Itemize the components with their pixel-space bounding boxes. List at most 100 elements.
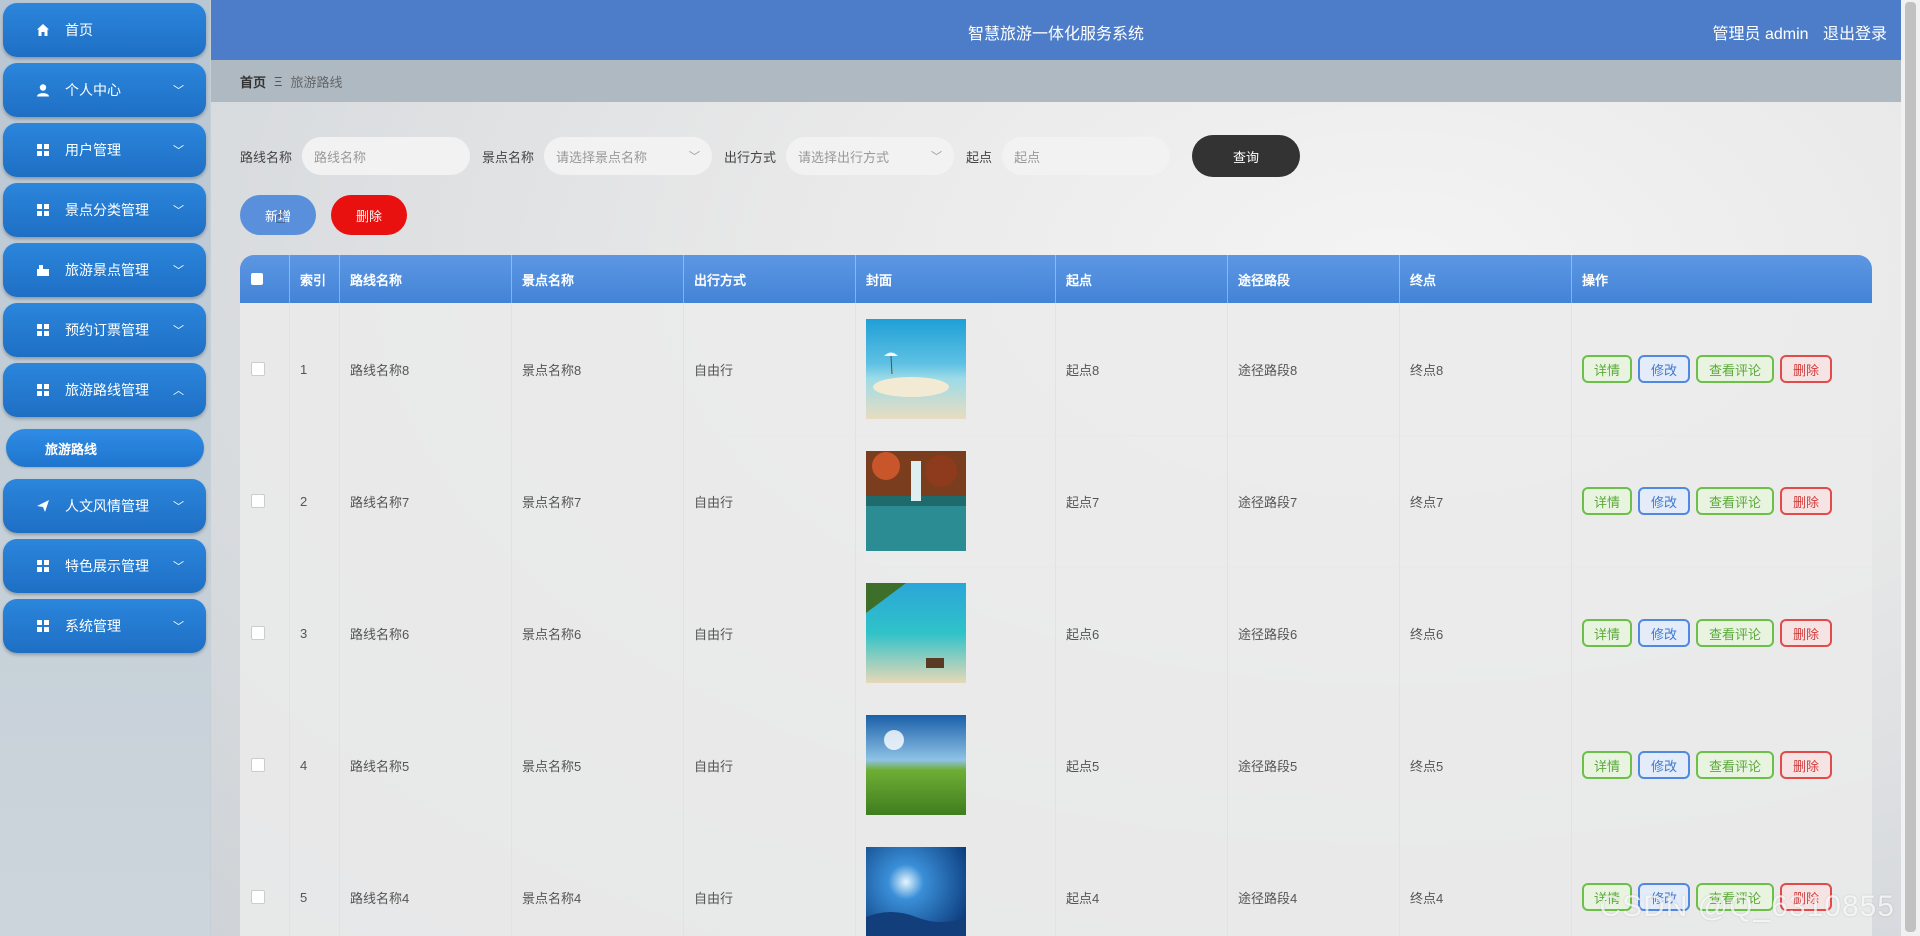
cell-route-name: 路线名称6 [340, 567, 512, 699]
checkbox-icon [251, 273, 263, 285]
cell-cover [856, 831, 1056, 936]
view-comments-button[interactable]: 查看评论 [1696, 487, 1774, 515]
chevron-down-icon: ﹀ [173, 85, 184, 97]
view-comments-button[interactable]: 查看评论 [1696, 751, 1774, 779]
start-placeholder: 起点 [1014, 149, 1041, 165]
view-comments-button[interactable]: 查看评论 [1696, 619, 1774, 647]
cell-end: 终点7 [1400, 435, 1572, 567]
col-spot-name: 景点名称 [512, 255, 684, 303]
col-end: 终点 [1400, 255, 1572, 303]
chevron-down-icon: ﹀ [689, 151, 701, 163]
detail-button[interactable]: 详情 [1582, 751, 1632, 779]
route-name-label: 路线名称 [240, 149, 293, 165]
watermark: CSDN @Q_6310855 [1599, 890, 1895, 923]
sidebar-item-label: 预约订票管理 [65, 322, 149, 338]
chevron-down-icon: ﹀ [173, 621, 184, 633]
sidebar-item-personal-center[interactable]: 个人中心 ﹀ [3, 63, 206, 117]
hand-cursor-icon: ☝ [275, 207, 286, 227]
cell-start: 起点6 [1056, 567, 1228, 699]
cover-image-meadow [866, 715, 966, 815]
route-name-input[interactable]: 路线名称 [302, 137, 471, 175]
cell-spot-name: 景点名称4 [512, 831, 684, 936]
cover-image-tropical-beach [866, 583, 966, 683]
cell-via: 途径路段7 [1228, 435, 1400, 567]
sidebar-item-label: 个人中心 [65, 82, 121, 98]
chevron-down-icon: ﹀ [173, 325, 184, 337]
sidebar-item-label: 用户管理 [65, 142, 121, 158]
breadcrumb-current: 旅游路线 [290, 74, 343, 90]
detail-button[interactable]: 详情 [1582, 355, 1632, 383]
route-name-placeholder: 路线名称 [314, 149, 367, 165]
col-travel-mode: 出行方式 [684, 255, 856, 303]
cell-start: 起点4 [1056, 831, 1228, 936]
scrollbar-thumb[interactable] [1905, 2, 1916, 932]
sidebar-item-spot-management[interactable]: 旅游景点管理 ﹀ [3, 243, 206, 297]
edit-button[interactable]: 修改 [1638, 487, 1690, 515]
edit-button[interactable]: 修改 [1638, 751, 1690, 779]
delete-button[interactable]: 删除 [1780, 751, 1832, 779]
main-content: 路线名称 路线名称 景点名称 请选择景点名称 ﹀ 出行方式 请选择出行方式 ﹀ … [211, 102, 1901, 936]
cover-image-waterfall [866, 451, 966, 551]
checkbox-icon [251, 758, 265, 772]
delete-button[interactable]: 删除 [1780, 487, 1832, 515]
cell-actions: 详情 修改 查看评论 删除 [1572, 567, 1872, 699]
view-comments-button[interactable]: 查看评论 [1696, 355, 1774, 383]
detail-button[interactable]: 详情 [1582, 619, 1632, 647]
query-button[interactable]: 查询 [1192, 135, 1301, 177]
row-checkbox[interactable] [240, 699, 290, 831]
grid-icon [35, 558, 51, 574]
chevron-down-icon: ﹀ [173, 561, 184, 573]
row-checkbox[interactable] [240, 831, 290, 936]
grid-icon [35, 618, 51, 634]
sidebar-item-home[interactable]: 首页 [3, 3, 206, 57]
detail-button[interactable]: 详情 [1582, 487, 1632, 515]
cell-actions: 详情 修改 查看评论 删除 [1572, 435, 1872, 567]
row-checkbox[interactable] [240, 567, 290, 699]
col-route-name: 路线名称 [340, 255, 512, 303]
cell-end: 终点4 [1400, 831, 1572, 936]
start-input[interactable]: 起点 [1002, 137, 1171, 175]
sidebar-item-booking[interactable]: 预约订票管理 ﹀ [3, 303, 206, 357]
edit-button[interactable]: 修改 [1638, 619, 1690, 647]
sidebar-item-system[interactable]: 系统管理 ﹀ [3, 599, 206, 653]
sidebar-item-user-management[interactable]: 用户管理 ﹀ [3, 123, 206, 177]
logout-link[interactable]: 退出登录 [1823, 26, 1887, 43]
cell-end: 终点6 [1400, 567, 1572, 699]
col-via: 途径路段 [1228, 255, 1400, 303]
cell-cover [856, 303, 1056, 435]
row-checkbox[interactable] [240, 303, 290, 435]
checkbox-icon [251, 626, 265, 640]
breadcrumb-home[interactable]: 首页 [240, 72, 266, 91]
row-checkbox[interactable] [240, 435, 290, 567]
col-actions: 操作 [1582, 272, 1609, 288]
sidebar-item-culture[interactable]: 人文风情管理 ﹀ [3, 479, 206, 533]
delete-button[interactable]: 删除 [1780, 619, 1832, 647]
cell-travel-mode: 自由行 [684, 831, 856, 936]
sidebar-item-spot-category[interactable]: 景点分类管理 ﹀ [3, 183, 206, 237]
sidebar-item-route-management[interactable]: 旅游路线管理 ︿ [3, 363, 206, 417]
select-all-checkbox[interactable] [240, 255, 290, 303]
cell-route-name: 路线名称8 [340, 303, 512, 435]
spot-name-select[interactable]: 请选择景点名称 ﹀ [544, 137, 713, 175]
top-header: 智慧旅游一体化服务系统 管理员 admin 退出登录 [211, 0, 1901, 60]
sidebar-item-label: 系统管理 [65, 618, 121, 634]
vertical-scrollbar[interactable] [1901, 0, 1920, 936]
routes-table: 索引 路线名称 景点名称 出行方式 封面 起点 途径路段 终点 操作 1 路线名… [240, 255, 1872, 936]
travel-mode-placeholder: 请选择出行方式 [798, 149, 890, 165]
batch-delete-button[interactable]: 删除 [331, 195, 407, 235]
travel-mode-select[interactable]: 请选择出行方式 ﹀ [786, 137, 955, 175]
user-icon [35, 82, 51, 98]
cell-route-name: 路线名称7 [340, 435, 512, 567]
sidebar-item-feature-showcase[interactable]: 特色展示管理 ﹀ [3, 539, 206, 593]
sidebar-item-label: 人文风情管理 [65, 498, 149, 514]
edit-button[interactable]: 修改 [1638, 355, 1690, 383]
checkbox-icon [251, 890, 265, 904]
sidebar-subitem-route[interactable]: 旅游路线 [6, 429, 204, 467]
cell-start: 起点5 [1056, 699, 1228, 831]
cell-cover [856, 567, 1056, 699]
checkbox-icon [251, 362, 265, 376]
cell-via: 途径路段4 [1228, 831, 1400, 936]
delete-button[interactable]: 删除 [1780, 355, 1832, 383]
building-icon [35, 262, 51, 278]
grid-icon [35, 322, 51, 338]
